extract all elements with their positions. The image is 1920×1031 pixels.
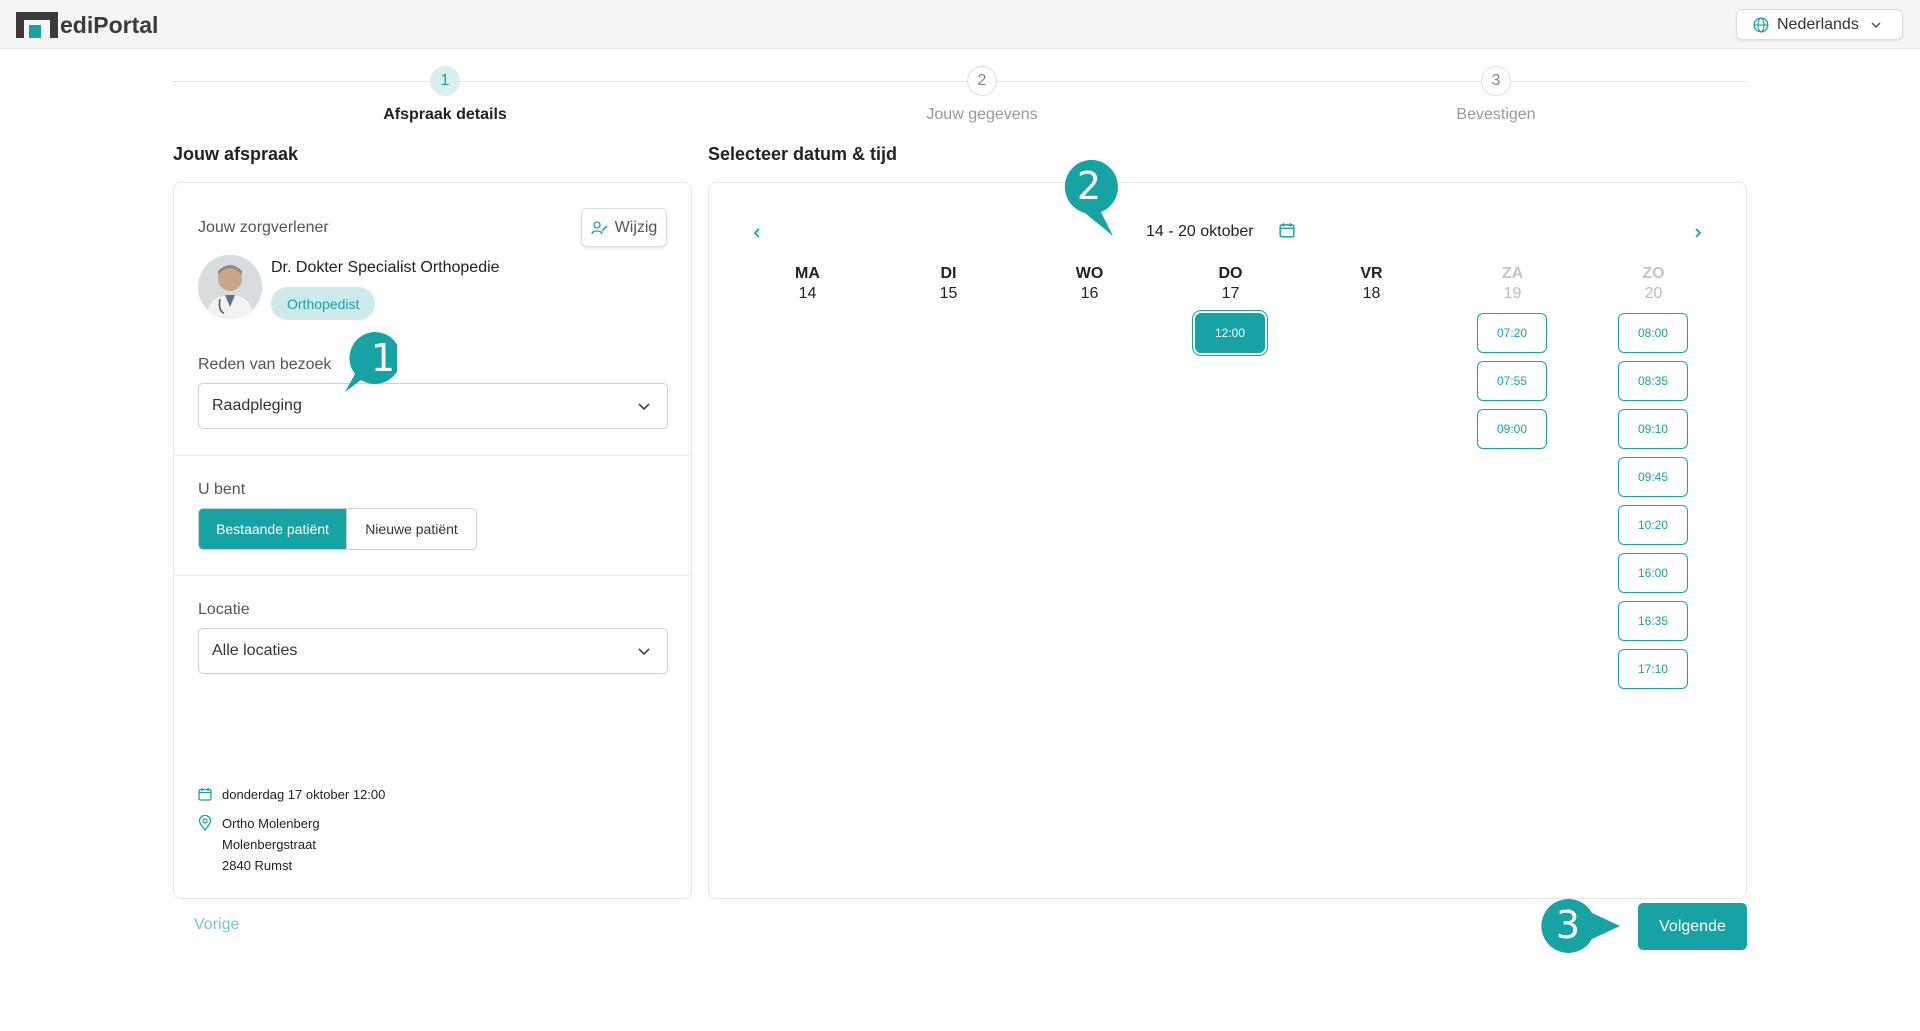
location-select[interactable]: Alle locaties	[198, 628, 668, 674]
globe-icon	[1753, 17, 1769, 32]
time-slot[interactable]: 07:20	[1477, 313, 1547, 353]
day-name: ZA	[1501, 265, 1524, 282]
summary-date: donderdag 17 oktober 12:00	[198, 784, 385, 807]
chevron-down-icon	[638, 648, 650, 656]
location-label: Locatie	[198, 601, 250, 618]
chevron-left-icon	[753, 228, 760, 238]
day-date: 17	[1221, 285, 1240, 302]
language-label: Nederlands	[1777, 15, 1859, 33]
step-afspraak-details: 1 Afspraak details	[295, 66, 595, 124]
chevron-down-icon	[638, 403, 650, 411]
summary-date-text: donderdag 17 oktober 12:00	[222, 787, 386, 802]
mediportal-logo[interactable]: ediPortal	[16, 8, 158, 38]
day-column-za: ZA 19	[1442, 265, 1583, 303]
reason-select[interactable]: Raadpleging	[198, 383, 668, 429]
step-jouw-gegevens: 2 Jouw gegevens	[832, 66, 1132, 124]
time-slot[interactable]: 17:10	[1618, 649, 1688, 689]
day-column-do: DO 17	[1160, 265, 1301, 303]
provider-label: Jouw zorgverlener	[198, 219, 329, 236]
top-bar: ediPortal Nederlands	[0, 0, 1920, 49]
logo-mark	[16, 12, 58, 38]
day-date: 18	[1362, 285, 1381, 302]
doctor-name: Dr. Dokter Specialist Orthopedie	[271, 259, 500, 276]
summary-street: Molenbergstraat	[222, 837, 316, 852]
week-range: 14 - 20 oktober	[1146, 223, 1254, 240]
new-patient-option[interactable]: Nieuwe patiënt	[346, 509, 476, 549]
time-slot[interactable]: 08:00	[1618, 313, 1688, 353]
day-name: DO	[1218, 265, 1243, 282]
time-slot[interactable]: 16:00	[1618, 553, 1688, 593]
day-name: DI	[940, 265, 957, 282]
summary-location: Ortho Molenberg Molenbergstraat 2840 Rum…	[198, 813, 320, 876]
calendar-icon[interactable]	[1279, 222, 1295, 243]
day-date: 19	[1503, 285, 1522, 302]
edit-user-icon	[591, 220, 608, 234]
time-slot[interactable]: 07:55	[1477, 361, 1547, 401]
time-slot[interactable]: 09:45	[1618, 457, 1688, 497]
existing-patient-option[interactable]: Bestaande patiënt	[199, 509, 346, 549]
step-label: Jouw gegevens	[926, 106, 1038, 123]
day-name: WO	[1075, 265, 1104, 282]
calendar-icon	[198, 784, 222, 807]
reason-value: Raadpleging	[212, 397, 302, 414]
time-slot[interactable]: 09:10	[1618, 409, 1688, 449]
select-datetime-title: Selecteer datum & tijd	[708, 144, 898, 164]
summary-location-name: Ortho Molenberg	[222, 816, 320, 831]
day-date: 15	[939, 285, 958, 302]
previous-button[interactable]: Vorige	[194, 916, 239, 934]
day-date: 16	[1080, 285, 1099, 302]
marker-number: 3	[1555, 903, 1581, 947]
callout-marker-2: 2	[1061, 158, 1118, 236]
divider	[174, 575, 691, 576]
location-value: Alle locaties	[212, 642, 298, 659]
chevron-down-icon	[1871, 22, 1881, 29]
time-slot[interactable]: 08:35	[1618, 361, 1688, 401]
location-pin-icon	[198, 813, 222, 876]
next-button[interactable]: Volgende	[1638, 903, 1747, 950]
day-name: VR	[1360, 265, 1383, 282]
step-number: 3	[1481, 66, 1511, 96]
time-slot[interactable]: 09:00	[1477, 409, 1547, 449]
doctor-avatar	[198, 255, 262, 319]
day-name: ZO	[1642, 265, 1665, 282]
step-bevestigen: 3 Bevestigen	[1346, 66, 1646, 124]
edit-label: Wijzig	[614, 218, 658, 236]
day-date: 14	[798, 285, 817, 302]
time-slot-selected[interactable]: 12:00	[1195, 313, 1265, 353]
next-week-button[interactable]	[1688, 223, 1708, 243]
calendar-card: 14 - 20 oktober MA 14 DI 15 WO 16 DO 17 …	[708, 182, 1747, 899]
marker-number: 2	[1076, 164, 1102, 208]
language-selector[interactable]: Nederlands	[1736, 9, 1903, 40]
day-column-di: DI 15	[878, 265, 1019, 303]
logo-text: ediPortal	[60, 12, 159, 38]
specialty-badge: Orthopedist	[271, 287, 376, 320]
callout-marker-1: 1	[345, 330, 411, 392]
appointment-card: Jouw zorgverlener Wijzig Dr. Dokter Spec…	[173, 182, 692, 899]
reason-label: Reden van bezoek	[198, 356, 332, 373]
step-number: 2	[967, 66, 997, 96]
patient-type-label: U bent	[198, 481, 246, 498]
chevron-right-icon	[1695, 228, 1702, 238]
day-column-zo: ZO 20	[1583, 265, 1724, 303]
callout-marker-3: 3	[1540, 897, 1620, 953]
step-label: Bevestigen	[1456, 106, 1536, 123]
day-column-wo: WO 16	[1019, 265, 1160, 303]
edit-provider-button[interactable]: Wijzig	[581, 208, 667, 247]
day-name: MA	[795, 265, 820, 282]
step-label: Afspraak details	[383, 106, 507, 123]
marker-number: 1	[370, 336, 396, 380]
previous-week-button[interactable]	[747, 223, 767, 243]
time-slot[interactable]: 10:20	[1618, 505, 1688, 545]
time-slot[interactable]: 16:35	[1618, 601, 1688, 641]
step-number: 1	[430, 66, 460, 96]
day-column-ma: MA 14	[737, 265, 878, 303]
appointment-title: Jouw afspraak	[173, 144, 299, 164]
divider	[174, 455, 691, 456]
summary-city: 2840 Rumst	[222, 858, 293, 873]
day-date: 20	[1644, 285, 1663, 302]
day-column-vr: VR 18	[1301, 265, 1442, 303]
patient-type-toggle: Bestaande patiënt Nieuwe patiënt	[198, 508, 477, 550]
